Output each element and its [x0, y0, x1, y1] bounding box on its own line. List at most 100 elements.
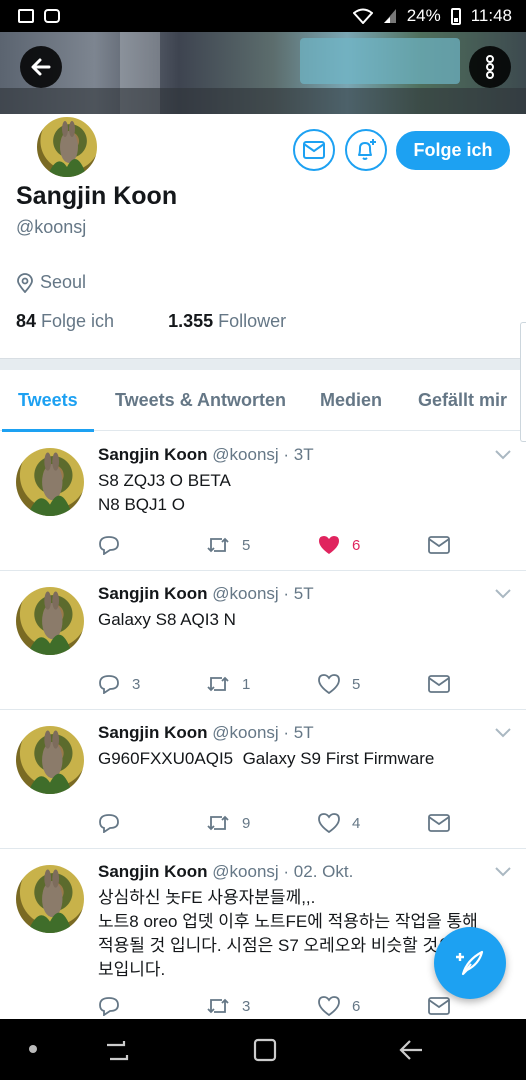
envelope-icon [428, 814, 450, 832]
more-options-button[interactable] [469, 46, 511, 88]
tweet-header: Sangjin Koon @koonsj · 3T [98, 445, 314, 465]
profile-tabs: Tweets Tweets & Antworten Medien Gefällt… [0, 370, 526, 432]
heart-icon [318, 674, 340, 694]
tweet-author-name: Sangjin Koon [98, 723, 208, 742]
home-icon [253, 1038, 277, 1062]
tweet-header: Sangjin Koon @koonsj · 5T [98, 723, 314, 743]
retweet-button[interactable]: 5 [206, 535, 250, 555]
like-count: 6 [352, 536, 361, 554]
tweet-header: Sangjin Koon @koonsj · 02. Okt. [98, 862, 353, 882]
compose-tweet-button[interactable] [434, 927, 506, 999]
scrollbar[interactable] [520, 322, 526, 442]
tweet-meta: @koonsj · 5T [212, 723, 314, 742]
tweet-item[interactable]: Sangjin Koon @koonsj · 5T Galaxy S8 AQI3… [0, 571, 526, 710]
following-stat[interactable]: 84 Folge ich [16, 311, 114, 332]
tweet-header: Sangjin Koon @koonsj · 5T [98, 584, 314, 604]
profile-name: Sangjin Koon [16, 182, 178, 210]
wifi-icon [352, 8, 373, 24]
retweet-icon [207, 815, 229, 831]
tab-likes[interactable]: Gefällt mir [418, 370, 507, 431]
tab-tweets[interactable]: Tweets [2, 370, 94, 432]
follow-button[interactable]: Folge ich [396, 131, 510, 170]
message-button[interactable] [293, 129, 335, 171]
clock: 11:48 [470, 6, 512, 25]
bell-plus-icon [358, 139, 376, 160]
reply-button[interactable] [98, 813, 132, 833]
like-count: 4 [352, 814, 361, 832]
like-button[interactable]: 6 [318, 996, 360, 1016]
tweet-item[interactable]: Sangjin Koon @koonsj · 5T G960FXXU0AQI5 … [0, 710, 526, 849]
tweet-avatar[interactable] [16, 726, 84, 794]
reply-icon [99, 814, 119, 833]
profile-banner [0, 32, 526, 114]
back-nav-button[interactable] [398, 1037, 424, 1063]
profile-stats: 84 Folge ich 1.355 Follower [16, 311, 286, 332]
arrow-left-icon [31, 58, 51, 76]
tweet-line: S8 ZQJ3 O BETA [98, 471, 231, 490]
tweet-line: 상심하신 놋FE 사용자분들께,,. [98, 888, 316, 907]
retweet-button[interactable]: 1 [206, 674, 250, 694]
share-dm-button[interactable] [428, 675, 450, 693]
tab-tweets-replies[interactable]: Tweets & Antworten [115, 370, 286, 431]
tweet-avatar[interactable] [16, 587, 84, 655]
tweet-author-name: Sangjin Koon [98, 584, 208, 603]
tweet-line: 노트8 oreo 업뎃 이후 노트FE에 적용하는 작업을 통해 [98, 912, 478, 931]
tweet-text: G960FXXU0AQI5 Galaxy S9 First Firmware [98, 747, 508, 771]
recent-apps-button[interactable] [104, 1037, 130, 1063]
tweet-avatar[interactable] [16, 865, 84, 933]
back-button[interactable] [20, 46, 62, 88]
reply-button[interactable] [98, 996, 132, 1016]
tweet-line: N8 BQJ1 O [98, 495, 185, 514]
back-icon [399, 1040, 422, 1060]
notifications-button[interactable] [345, 129, 387, 171]
envelope-icon [428, 536, 450, 554]
followers-stat[interactable]: 1.355 Follower [168, 311, 286, 332]
tweet-avatar[interactable] [16, 448, 84, 516]
tab-media[interactable]: Medien [320, 370, 382, 431]
tweet-meta: @koonsj · 3T [212, 445, 314, 464]
tweet-line: Galaxy S8 AQI3 N [98, 610, 236, 629]
mail-icon [18, 9, 34, 23]
chevron-down-icon[interactable] [495, 728, 511, 738]
retweet-button[interactable]: 3 [206, 996, 250, 1016]
battery-percent: 24% [406, 6, 441, 25]
share-dm-button[interactable] [428, 814, 450, 832]
tweet-text: Galaxy S8 AQI3 N [98, 608, 508, 632]
tweet-text: S8 ZQJ3 O BETA N8 BQJ1 O [98, 469, 508, 517]
tweet-meta: @koonsj · 5T [212, 584, 314, 603]
tweet-author-name: Sangjin Koon [98, 445, 208, 464]
reply-count: 3 [132, 675, 141, 693]
tweet-item[interactable]: Sangjin Koon @koonsj · 3T S8 ZQJ3 O BETA… [0, 432, 526, 571]
retweet-button[interactable]: 9 [206, 813, 250, 833]
like-button[interactable]: 4 [318, 813, 360, 833]
profile-location: Seoul [16, 272, 86, 293]
tweet-author-name: Sangjin Koon [98, 862, 208, 881]
nav-dot-icon[interactable] [28, 1044, 38, 1054]
reply-button[interactable]: 3 [98, 674, 140, 694]
reply-button[interactable] [98, 535, 132, 555]
more-vertical-icon [486, 55, 494, 79]
share-dm-button[interactable] [428, 536, 450, 554]
battery-icon [450, 7, 461, 25]
like-count: 6 [352, 997, 361, 1015]
heart-icon [318, 813, 340, 833]
reply-icon [99, 675, 119, 694]
chevron-down-icon[interactable] [495, 450, 511, 460]
envelope-icon [428, 997, 450, 1015]
feather-plus-icon [456, 950, 484, 976]
chevron-down-icon[interactable] [495, 589, 511, 599]
retweet-count: 9 [242, 814, 251, 832]
profile-avatar[interactable] [34, 114, 100, 180]
retweet-icon [207, 676, 229, 692]
followers-count: 1.355 [168, 311, 214, 331]
like-button[interactable]: 5 [318, 674, 360, 694]
like-button[interactable]: 6 [318, 535, 360, 555]
section-divider [0, 358, 526, 370]
followers-label: Follower [218, 311, 287, 331]
following-count: 84 [16, 311, 37, 331]
share-dm-button[interactable] [428, 997, 450, 1015]
heart-filled-icon [319, 536, 339, 554]
retweet-count: 3 [242, 997, 251, 1015]
home-button[interactable] [252, 1037, 278, 1063]
chevron-down-icon[interactable] [495, 867, 511, 877]
